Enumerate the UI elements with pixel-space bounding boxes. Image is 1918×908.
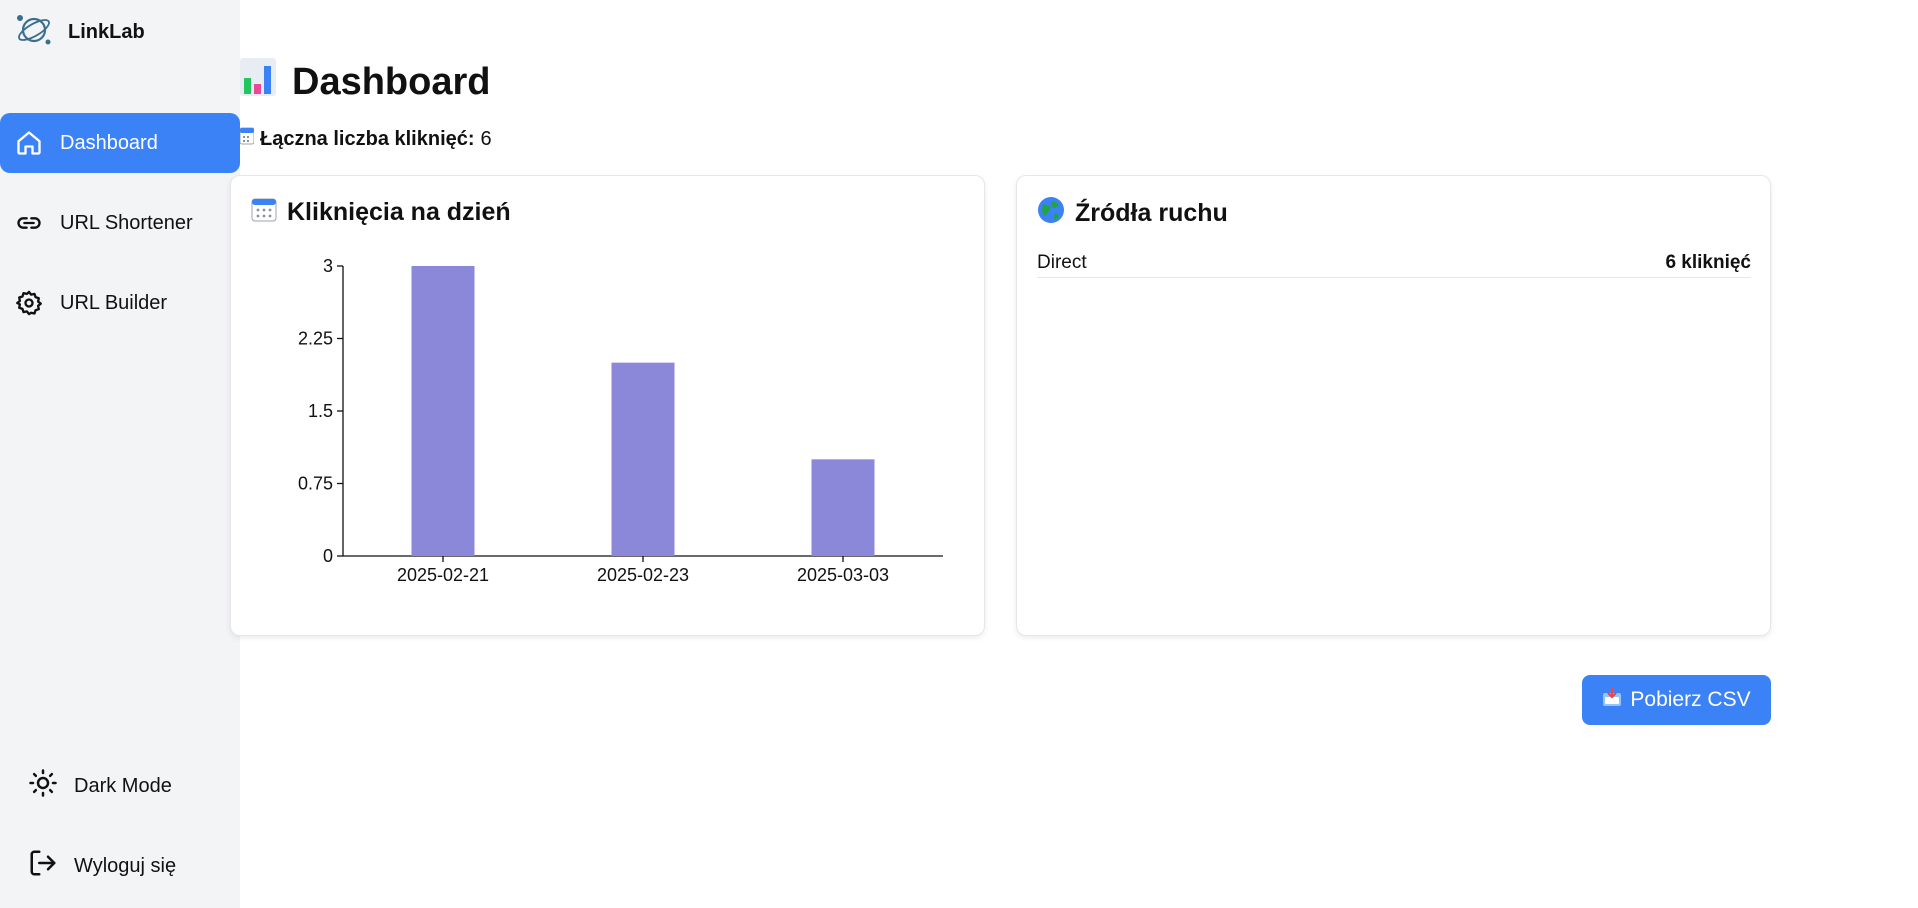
traffic-sources-title: Źródła ruchu [1037, 196, 1228, 231]
x-tick-label: 2025-02-23 [597, 565, 689, 585]
bar[interactable] [811, 459, 875, 556]
source-name: Direct [1037, 251, 1087, 273]
bar[interactable] [411, 266, 475, 556]
total-clicks-value: 6 [480, 127, 492, 150]
bar-chart-icon [240, 58, 276, 106]
y-tick-label: 0 [323, 546, 333, 566]
home-icon [14, 128, 44, 158]
sidebar-item-url-builder[interactable]: URL Builder [0, 273, 240, 333]
sun-icon [28, 768, 58, 804]
globe-icon [1037, 196, 1065, 231]
sidebar: LinkLab Dashboard URL Shortener URL Buil… [0, 0, 240, 908]
gear-icon [14, 288, 44, 318]
y-tick-label: 2.25 [298, 329, 333, 349]
clicks-per-day-card: Kliknięcia na dzień 0 0.75 1.5 2.25 3 2025-02… [230, 175, 985, 636]
clicks-per-day-title-text: Kliknięcia na dzień [287, 198, 511, 226]
brand[interactable]: LinkLab [14, 12, 145, 53]
download-csv-label: Pobierz CSV [1630, 688, 1751, 711]
sidebar-item-label: Dashboard [60, 131, 158, 154]
page-title: Dashboard [240, 58, 490, 106]
main-content: Dashboard Łączna liczba kliknięć: 6 Klik… [230, 0, 1918, 908]
y-tick-label: 3 [323, 256, 333, 276]
logout-button[interactable]: Wyloguj się [28, 844, 176, 888]
calendar-icon [251, 196, 277, 229]
logo-icon [14, 12, 54, 53]
traffic-source-row: Direct 6 kliknięć [1037, 248, 1751, 278]
dark-mode-label: Dark Mode [74, 774, 172, 797]
page-title-text: Dashboard [292, 60, 491, 103]
y-tick-label: 1.5 [308, 401, 333, 421]
download-icon [1602, 687, 1622, 713]
logout-label: Wyloguj się [74, 854, 177, 877]
traffic-sources-card: Źródła ruchu Direct 6 kliknięć [1016, 175, 1771, 636]
calendar-icon [239, 126, 255, 152]
clicks-per-day-title: Kliknięcia na dzień [251, 196, 511, 229]
total-clicks-label: Łączna liczba kliknięć: [260, 127, 475, 150]
sidebar-item-dashboard[interactable]: Dashboard [0, 113, 240, 173]
dark-mode-toggle[interactable]: Dark Mode [28, 764, 172, 808]
y-tick-label: 0.75 [298, 474, 333, 494]
download-csv-button[interactable]: Pobierz CSV [1582, 675, 1771, 725]
logout-icon [28, 848, 58, 884]
clicks-bar-chart: 0 0.75 1.5 2.25 3 2025-02-21 2025-02-23 2025-03… [298, 256, 943, 585]
sidebar-item-url-shortener[interactable]: URL Shortener [0, 193, 240, 253]
x-tick-label: 2025-03-03 [797, 565, 889, 585]
brand-name: LinkLab [68, 21, 145, 43]
total-clicks: Łączna liczba kliknięć: 6 [239, 126, 492, 152]
link-icon [14, 208, 44, 238]
bar[interactable] [611, 362, 675, 556]
sidebar-item-label: URL Shortener [60, 211, 193, 234]
x-tick-label: 2025-02-21 [397, 565, 489, 585]
sidebar-item-label: URL Builder [60, 291, 168, 314]
traffic-sources-title-text: Źródła ruchu [1075, 199, 1228, 227]
source-count: 6 kliknięć [1665, 251, 1751, 273]
